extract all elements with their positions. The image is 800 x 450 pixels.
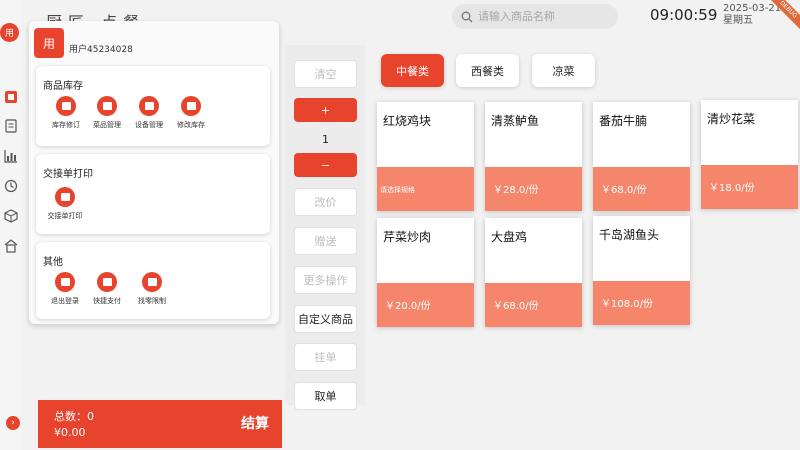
stock-edit-icon xyxy=(181,96,201,116)
hold-order-button[interactable]: 挂单 xyxy=(294,343,357,371)
logout-icon xyxy=(55,272,75,292)
date-block: 2025-03-21 星期五 xyxy=(723,3,781,27)
dish-name: 千岛湖鱼头 xyxy=(599,228,660,242)
dish-name: 清炒花菜 xyxy=(707,112,756,126)
search-box[interactable] xyxy=(452,4,618,29)
total-count: 总数：0 xyxy=(54,410,94,423)
section-other: 其他 退出登录 快捷支付 找零限制 xyxy=(36,242,270,319)
print-icon xyxy=(55,187,75,207)
dish-price: ￥108.0/份 xyxy=(601,299,653,310)
dish-card[interactable]: 芹菜炒肉 ￥20.0/份 xyxy=(377,218,474,327)
gift-button[interactable]: 赠送 xyxy=(294,227,357,255)
function-stock-edit[interactable]: 修改库存 xyxy=(166,96,216,130)
dish-card[interactable]: 番茄牛腩 ￥68.0/份 xyxy=(593,102,690,211)
function-change-limit[interactable]: 找零限制 xyxy=(127,272,177,306)
box-icon[interactable] xyxy=(4,209,18,223)
dish-price-band: ￥108.0/份 xyxy=(593,281,690,325)
dish-manage-icon xyxy=(97,96,117,116)
user-name: 用户45234028 xyxy=(69,45,133,55)
left-rail: 用 › xyxy=(0,0,22,450)
dish-price: ￥68.0/份 xyxy=(601,185,647,196)
tab-cold-dishes[interactable]: 凉菜 xyxy=(532,54,595,87)
device-icon xyxy=(139,96,159,116)
clock: 09:00:59 xyxy=(650,6,718,24)
tab-chinese[interactable]: 中餐类 xyxy=(381,54,444,87)
dish-card[interactable]: 大盘鸡 ￥68.0/份 xyxy=(485,218,582,327)
shop-icon[interactable] xyxy=(4,239,18,253)
more-actions-button[interactable]: 更多操作 xyxy=(294,266,357,294)
section-title: 交接单打印 xyxy=(43,169,93,180)
quick-pay-icon xyxy=(97,272,117,292)
custom-item-button[interactable]: 自定义商品 xyxy=(294,305,357,333)
user-avatar: 用 xyxy=(34,28,64,58)
expand-rail-button[interactable]: › xyxy=(6,416,20,430)
section-title: 其他 xyxy=(43,257,63,268)
dish-price: ￥68.0/份 xyxy=(493,301,539,312)
action-column: 清空 + 1 − 改价 赠送 更多操作 自定义商品 挂单 取单 xyxy=(285,45,365,410)
dish-price-band: ￥68.0/份 xyxy=(485,283,582,327)
tab-western[interactable]: 西餐类 xyxy=(456,54,519,87)
dish-price-band: ￥28.0/份 xyxy=(485,167,582,211)
dish-price: ￥20.0/份 xyxy=(385,301,431,312)
fetch-order-button[interactable]: 取单 xyxy=(294,382,357,410)
dish-price-band: ￥68.0/份 xyxy=(593,167,690,211)
dish-spec-note: 请选择规格 xyxy=(380,186,415,194)
dish-price: ￥18.0/份 xyxy=(709,183,755,194)
user-panel: 用 用户45234028 商品库存 库存修订 菜品管理 设备管理 修改库存 交接… xyxy=(29,21,279,324)
search-icon xyxy=(461,11,473,22)
dish-card[interactable]: 千岛湖鱼头 ￥108.0/份 xyxy=(593,216,690,325)
clear-button[interactable]: 清空 xyxy=(294,60,357,88)
dish-card[interactable]: 红烧鸡块 请选择规格 xyxy=(377,102,474,211)
section-handover: 交接单打印 交接单打印 xyxy=(36,154,270,234)
settle-button[interactable]: 结算 xyxy=(241,413,269,433)
dish-price-band: ￥18.0/份 xyxy=(701,165,798,209)
dish-card[interactable]: 清炒花菜 ￥18.0/份 xyxy=(701,100,798,209)
report-icon[interactable] xyxy=(4,149,18,163)
checkout-bar: 总数：0 ¥0.00 结算 xyxy=(38,400,282,448)
dish-name: 红烧鸡块 xyxy=(383,114,432,128)
total-amount: ¥0.00 xyxy=(54,426,86,439)
function-handover-print[interactable]: 交接单打印 xyxy=(40,187,90,221)
weekday-text: 星期五 xyxy=(723,15,753,26)
search-input[interactable] xyxy=(478,10,608,23)
dish-price: ￥28.0/份 xyxy=(493,185,539,196)
change-limit-icon xyxy=(142,272,162,292)
minus-button[interactable]: − xyxy=(294,153,357,177)
dish-name: 番茄牛腩 xyxy=(599,114,648,128)
rail-avatar[interactable]: 用 xyxy=(0,23,19,42)
dish-name: 大盘鸡 xyxy=(491,230,528,244)
date-text: 2025-03-21 xyxy=(723,3,782,14)
dish-card[interactable]: 清蒸鲈鱼 ￥28.0/份 xyxy=(485,102,582,211)
history-icon[interactable] xyxy=(4,179,18,193)
plus-button[interactable]: + xyxy=(294,98,357,122)
quantity-value: 1 xyxy=(322,133,329,146)
dish-name: 芹菜炒肉 xyxy=(383,230,432,244)
function-quick-pay[interactable]: 快捷支付 xyxy=(82,272,132,306)
section-title: 商品库存 xyxy=(43,81,83,92)
change-price-button[interactable]: 改价 xyxy=(294,188,357,216)
dish-price-band: ￥20.0/份 xyxy=(377,283,474,327)
inventory-icon xyxy=(56,96,76,116)
dish-price-band: 请选择规格 xyxy=(377,167,474,211)
section-inventory: 商品库存 库存修订 菜品管理 设备管理 修改库存 xyxy=(36,66,270,146)
orders-icon[interactable] xyxy=(4,119,18,133)
dish-name: 清蒸鲈鱼 xyxy=(491,114,540,128)
cashier-icon[interactable] xyxy=(4,90,18,104)
